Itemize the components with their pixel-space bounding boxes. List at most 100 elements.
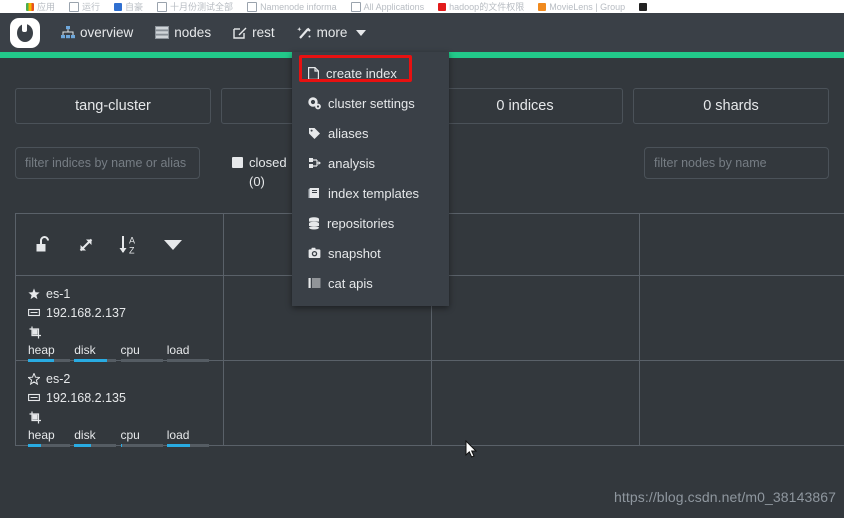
node-roles-line [28, 322, 213, 342]
menu-label: cat apis [328, 275, 373, 291]
indices-filter-input[interactable] [15, 147, 200, 179]
nav-item-more[interactable]: more [285, 13, 378, 52]
unlock-icon[interactable] [34, 235, 54, 255]
menu-label: index templates [328, 185, 420, 201]
shards-count-card[interactable]: 0 shards [633, 88, 829, 124]
nav-label-nodes: nodes [174, 25, 212, 40]
bookmark-label: 应用 [37, 2, 56, 12]
metric-load[interactable]: load [166, 343, 213, 362]
bookmark-item[interactable]: All Applications [350, 1, 425, 12]
indices-count-card[interactable]: 0 indices [427, 88, 623, 124]
metric-track [28, 444, 70, 447]
file-icon [308, 66, 319, 80]
grid-data-cell [224, 361, 432, 446]
nodes-filter-input[interactable] [644, 147, 829, 179]
metric-fill [74, 444, 92, 447]
metric-disk[interactable]: disk [74, 343, 120, 362]
closed-indices-checkbox-group[interactable]: closed (0) [232, 153, 287, 191]
menu-item-analysis[interactable]: analysis [292, 148, 449, 178]
menu-item-snapshot[interactable]: snapshot [292, 238, 449, 268]
cerebro-logo[interactable] [10, 17, 40, 48]
closed-label-wrap: closed (0) [249, 153, 287, 191]
metric-label: cpu [120, 343, 140, 357]
nav-label-rest: rest [252, 25, 275, 40]
metric-label: heap [28, 343, 55, 357]
closed-count: (0) [249, 174, 265, 189]
node-ip-line: 192.168.2.135 [28, 388, 213, 407]
table-row: es-2 192.168.2.135 heap disk cpu load [16, 361, 844, 447]
node-info-cell[interactable]: es-1 192.168.2.137 heap disk cpu load [16, 276, 224, 362]
metric-load[interactable]: load [166, 428, 213, 447]
node-roles-line [28, 407, 213, 427]
magic-wand-icon [296, 26, 311, 39]
red-icon [438, 2, 447, 11]
nav-item-overview[interactable]: overview [50, 13, 144, 52]
expand-arrows-icon[interactable] [76, 235, 96, 255]
metric-disk[interactable]: disk [74, 428, 120, 447]
data-node-icon [29, 326, 41, 338]
menu-item-index-templates[interactable]: index templates [292, 178, 449, 208]
grid-data-cell [432, 276, 640, 361]
bookmark-item[interactable]: 自豪 [114, 0, 143, 13]
grid-data-cell [640, 361, 844, 446]
nodes-filter-wrapper [644, 147, 829, 179]
grid-header-cell [640, 214, 844, 276]
grid-toolbar-cell: A Z [16, 214, 224, 276]
metric-track [74, 444, 117, 447]
blank-icon [350, 1, 361, 12]
menu-item-cluster-settings[interactable]: cluster settings [292, 88, 449, 118]
closed-label: closed [249, 155, 287, 170]
metric-heap[interactable]: heap [28, 428, 74, 447]
bookmark-label: All Applications [363, 1, 425, 12]
bookmark-item[interactable] [639, 2, 648, 11]
menu-item-create-index[interactable]: create index [292, 58, 449, 88]
bookmark-item[interactable]: hadoop的文件权限 [438, 0, 524, 13]
bookmark-item[interactable]: 十月份测试全部 [157, 0, 233, 13]
blank-icon [157, 1, 168, 12]
bookmark-item[interactable]: MovieLens | Group [538, 2, 625, 12]
node-metrics: heap disk cpu load [28, 343, 213, 362]
node-ip-line: 192.168.2.137 [28, 303, 213, 322]
orange-icon [538, 2, 547, 11]
bookmark-item[interactable]: 运行 [69, 0, 100, 13]
metric-label: heap [28, 428, 55, 442]
cluster-name-card[interactable]: tang-cluster [15, 88, 211, 124]
sitemap-icon [61, 26, 75, 39]
camera-icon [308, 247, 321, 258]
grid-data-cell [640, 276, 844, 361]
svg-text:Z: Z [129, 246, 135, 256]
node-name-line: es-2 [28, 369, 213, 388]
browser-bookmarks-bar: 应用 运行 自豪 十月份测试全部 Namenode informa All Ap… [0, 0, 844, 13]
more-dropdown-menu: create index cluster settings aliases an… [292, 52, 449, 306]
dark-icon [639, 2, 648, 11]
nav-label-more: more [316, 25, 348, 40]
colored-squares-icon [26, 2, 34, 11]
metric-label: cpu [120, 428, 140, 442]
nav-item-nodes[interactable]: nodes [144, 13, 222, 52]
star-outline-icon [28, 372, 40, 385]
menu-item-repositories[interactable]: repositories [292, 208, 449, 238]
sort-alpha-down-icon[interactable]: A Z [118, 234, 142, 256]
bookmark-label: Namenode informa [260, 1, 337, 12]
bookmark-item[interactable]: Namenode informa [247, 1, 337, 12]
node-info-cell[interactable]: es-2 192.168.2.135 heap disk cpu load [16, 361, 224, 447]
metric-cpu[interactable]: cpu [120, 428, 167, 447]
book-icon [308, 188, 319, 198]
closed-checkbox[interactable] [232, 157, 243, 168]
metric-cpu[interactable]: cpu [120, 343, 167, 362]
cerebro-app-window: 应用 运行 自豪 十月份测试全部 Namenode informa All Ap… [0, 0, 844, 518]
pencil-square-icon [233, 27, 247, 39]
chevron-down-icon[interactable] [164, 240, 182, 250]
nav-item-rest[interactable]: rest [222, 13, 286, 52]
menu-label: aliases [328, 125, 369, 141]
menu-item-aliases[interactable]: aliases [292, 118, 449, 148]
gears-icon [308, 96, 321, 109]
bookmark-item[interactable]: 应用 [26, 0, 55, 13]
metric-label: disk [74, 343, 96, 357]
node-metrics: heap disk cpu load [28, 428, 213, 447]
analysis-icon [309, 158, 321, 168]
metric-label: disk [74, 428, 96, 442]
menu-item-cat-apis[interactable]: cat apis [292, 268, 449, 298]
node-ip: 192.168.2.135 [46, 390, 126, 405]
metric-heap[interactable]: heap [28, 343, 74, 362]
